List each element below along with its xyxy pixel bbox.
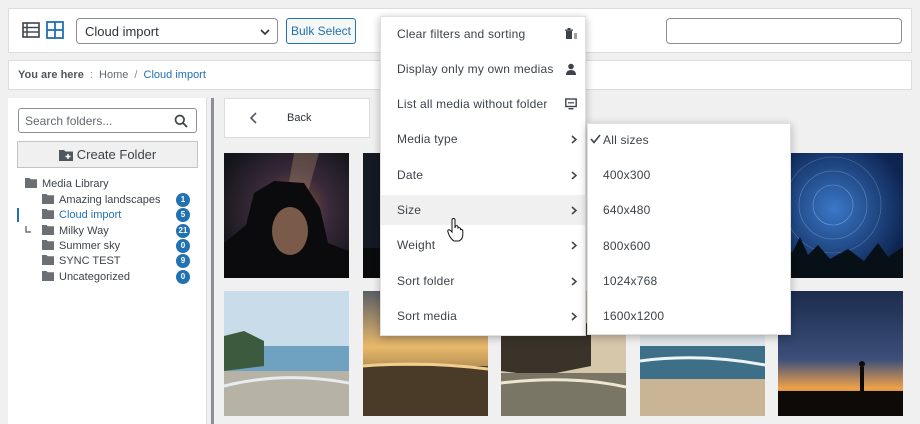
back-button[interactable]: Back <box>224 98 370 138</box>
menu-item-label: Media type <box>397 132 458 146</box>
breadcrumb-current[interactable]: Cloud import <box>144 69 206 81</box>
folder-select[interactable]: Cloud import <box>76 18 278 44</box>
size-option-800x600[interactable]: 800x600 <box>588 231 790 261</box>
monitor-icon <box>565 98 577 110</box>
chevron-down-icon <box>260 29 270 36</box>
active-folder-indicator <box>17 208 19 222</box>
size-option-all-sizes[interactable]: All sizes <box>588 125 790 155</box>
chevron-left-icon <box>249 112 257 124</box>
folder-icon <box>25 178 37 188</box>
media-search-input[interactable] <box>666 18 902 44</box>
menu-item-label: Date <box>397 168 424 182</box>
size-option-1024x768[interactable]: 1024x768 <box>588 266 790 296</box>
folder-count-badge: 21 <box>176 224 190 238</box>
breadcrumb-separator: : <box>89 69 93 81</box>
clear-filter-icon <box>565 28 577 39</box>
user-icon <box>566 63 576 75</box>
tree-folder-amazing-landscapes[interactable]: Amazing landscapes <box>42 193 161 209</box>
tree-folder-cloud-import[interactable]: Cloud import <box>42 208 121 224</box>
tree-folder-uncategorized[interactable]: Uncategorized <box>42 270 130 286</box>
breadcrumb-divider: / <box>134 69 138 81</box>
chevron-right-icon <box>571 241 577 250</box>
folder-select-value: Cloud import <box>85 24 159 39</box>
folder-count-badge: 9 <box>176 254 190 268</box>
size-option-label: All sizes <box>603 133 649 147</box>
list-view-icon[interactable] <box>22 21 40 39</box>
folder-icon <box>42 194 54 204</box>
menu-item-own-medias[interactable]: Display only my own medias <box>381 54 585 84</box>
folder-plus-icon <box>58 150 73 161</box>
menu-item-without-folder[interactable]: List all media without folder <box>381 89 585 119</box>
size-option-1600x1200[interactable]: 1600x1200 <box>588 301 790 331</box>
size-option-label: 400x300 <box>603 168 651 182</box>
tree-folder-summer-sky[interactable]: Summer sky <box>42 239 120 255</box>
tree-folder-sync-test[interactable]: SYNC TEST <box>42 254 121 270</box>
folder-count-badge: 0 <box>176 239 190 253</box>
size-option-label: 1024x768 <box>603 274 658 288</box>
menu-item-label: List all media without folder <box>397 97 548 111</box>
grid-view-icon[interactable] <box>46 21 64 39</box>
folder-icon <box>42 240 54 250</box>
menu-item-weight[interactable]: Weight <box>381 230 585 260</box>
chevron-right-icon <box>571 135 577 144</box>
media-thumbnail[interactable] <box>224 291 349 416</box>
back-label: Back <box>287 112 312 124</box>
size-option-640x480[interactable]: 640x480 <box>588 195 790 225</box>
tree-folder-label: Cloud import <box>59 209 122 221</box>
size-option-label: 800x600 <box>603 239 651 253</box>
folder-icon <box>42 271 54 281</box>
menu-item-label: Size <box>397 203 422 217</box>
checkmark-icon <box>590 134 601 144</box>
folder-search-placeholder: Search folders... <box>25 114 113 128</box>
size-option-label: 640x480 <box>603 203 651 217</box>
media-thumbnail[interactable] <box>224 153 349 278</box>
tree-folder-label: Summer sky <box>59 240 121 252</box>
chevron-right-icon <box>571 206 577 215</box>
create-folder-label: Create Folder <box>76 147 157 162</box>
menu-item-size[interactable]: Size <box>381 195 585 225</box>
tree-folder-label: Milky Way <box>59 225 109 237</box>
tree-folder-milky-way[interactable]: Milky Way <box>42 224 109 240</box>
tree-folder-label: Amazing landscapes <box>59 194 161 206</box>
tree-branch-icon <box>25 226 31 233</box>
folder-count-badge: 0 <box>176 270 190 284</box>
menu-item-label: Sort folder <box>397 274 455 288</box>
tree-root-media-library[interactable]: Media Library <box>25 177 109 193</box>
folder-count-badge: 5 <box>176 208 190 222</box>
menu-item-clear-filters[interactable]: Clear filters and sorting <box>381 19 585 49</box>
folder-search-input[interactable]: Search folders... <box>18 108 197 133</box>
chevron-right-icon <box>571 171 577 180</box>
folder-icon <box>42 209 54 219</box>
chevron-right-icon <box>571 312 577 321</box>
bulk-select-button[interactable]: Bulk Select <box>286 18 356 44</box>
menu-item-label: Display only my own medias <box>397 62 554 76</box>
folder-count-badge: 1 <box>176 193 190 207</box>
tree-folder-label: SYNC TEST <box>59 255 121 267</box>
menu-item-label: Clear filters and sorting <box>397 27 526 41</box>
search-icon[interactable] <box>174 114 188 128</box>
size-option-label: 1600x1200 <box>603 309 665 323</box>
media-thumbnail[interactable] <box>778 153 903 278</box>
menu-item-label: Sort media <box>397 309 458 323</box>
menu-item-date[interactable]: Date <box>381 160 585 190</box>
breadcrumb-home[interactable]: Home <box>99 69 128 81</box>
filter-context-menu: Clear filters and sorting Display only m… <box>380 16 586 336</box>
create-folder-button[interactable]: Create Folder <box>17 141 198 168</box>
folder-icon <box>42 225 54 235</box>
media-thumbnail[interactable] <box>363 153 380 278</box>
chevron-right-icon <box>571 277 577 286</box>
media-thumbnail[interactable] <box>778 291 903 416</box>
size-submenu: All sizes 400x300 640x480 800x600 1024x7… <box>587 123 791 335</box>
tree-root-label: Media Library <box>42 178 109 190</box>
menu-item-sort-folder[interactable]: Sort folder <box>381 266 585 296</box>
size-option-400x300[interactable]: 400x300 <box>588 160 790 190</box>
menu-item-media-type[interactable]: Media type <box>381 124 585 154</box>
menu-item-sort-media[interactable]: Sort media <box>381 301 585 331</box>
sidebar-resize-handle[interactable] <box>211 98 214 424</box>
folder-sidebar: Search folders... Create Folder Media Li… <box>8 98 207 424</box>
menu-item-label: Weight <box>397 238 436 252</box>
breadcrumb-label: You are here <box>18 69 84 81</box>
tree-folder-label: Uncategorized <box>59 271 130 283</box>
folder-icon <box>42 255 54 265</box>
